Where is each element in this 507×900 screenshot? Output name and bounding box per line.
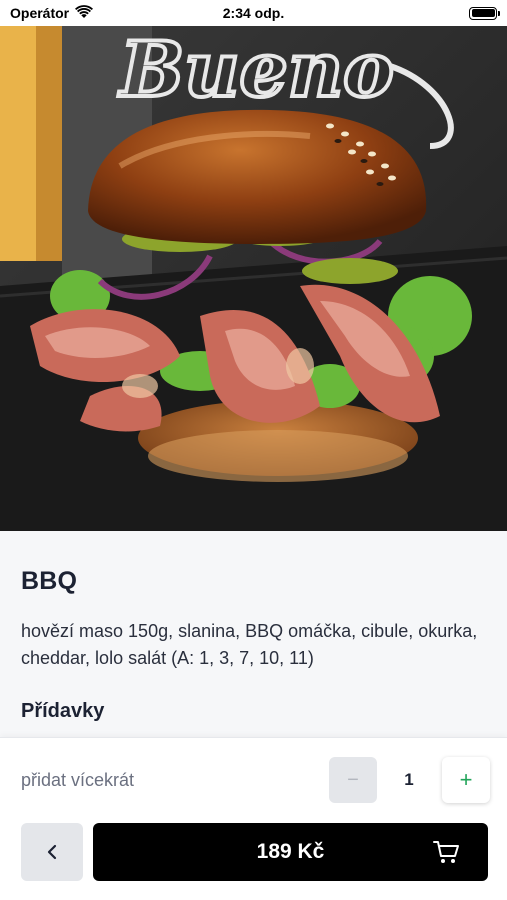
status-bar: Operátor 2:34 odp. (0, 0, 507, 26)
product-image: Bueno (0, 26, 507, 531)
product-details: BBQ hovězí maso 150g, slanina, BBQ omáčk… (0, 531, 507, 740)
wifi-icon (75, 4, 94, 22)
order-panel: přidat vícekrát − 1 + 189 Kč (0, 737, 507, 900)
quantity-value: 1 (404, 770, 414, 789)
minus-icon: − (347, 768, 359, 791)
chevron-left-icon (47, 844, 57, 860)
wall-logo-text: Bueno (118, 26, 394, 114)
quantity-row: přidat vícekrát − 1 + (0, 757, 507, 805)
increase-quantity-button[interactable]: + (442, 757, 490, 803)
price-label: 189 Kč (256, 840, 325, 863)
product-title: BBQ (21, 567, 78, 595)
plus-icon: + (459, 767, 473, 792)
back-button[interactable] (21, 823, 83, 881)
quantity-label: přidat vícekrát (21, 770, 135, 790)
battery-icon (469, 6, 500, 20)
decrease-quantity-button[interactable]: − (329, 757, 377, 803)
cart-icon (433, 841, 459, 863)
product-description: hovězí maso 150g, slanina, BBQ omáčka, c… (21, 621, 478, 668)
addons-section-title: Přídavky (21, 700, 105, 722)
carrier-label: Operátor (10, 5, 70, 21)
status-left: Operátor (10, 4, 94, 22)
add-to-cart-button[interactable]: 189 Kč (93, 823, 488, 881)
